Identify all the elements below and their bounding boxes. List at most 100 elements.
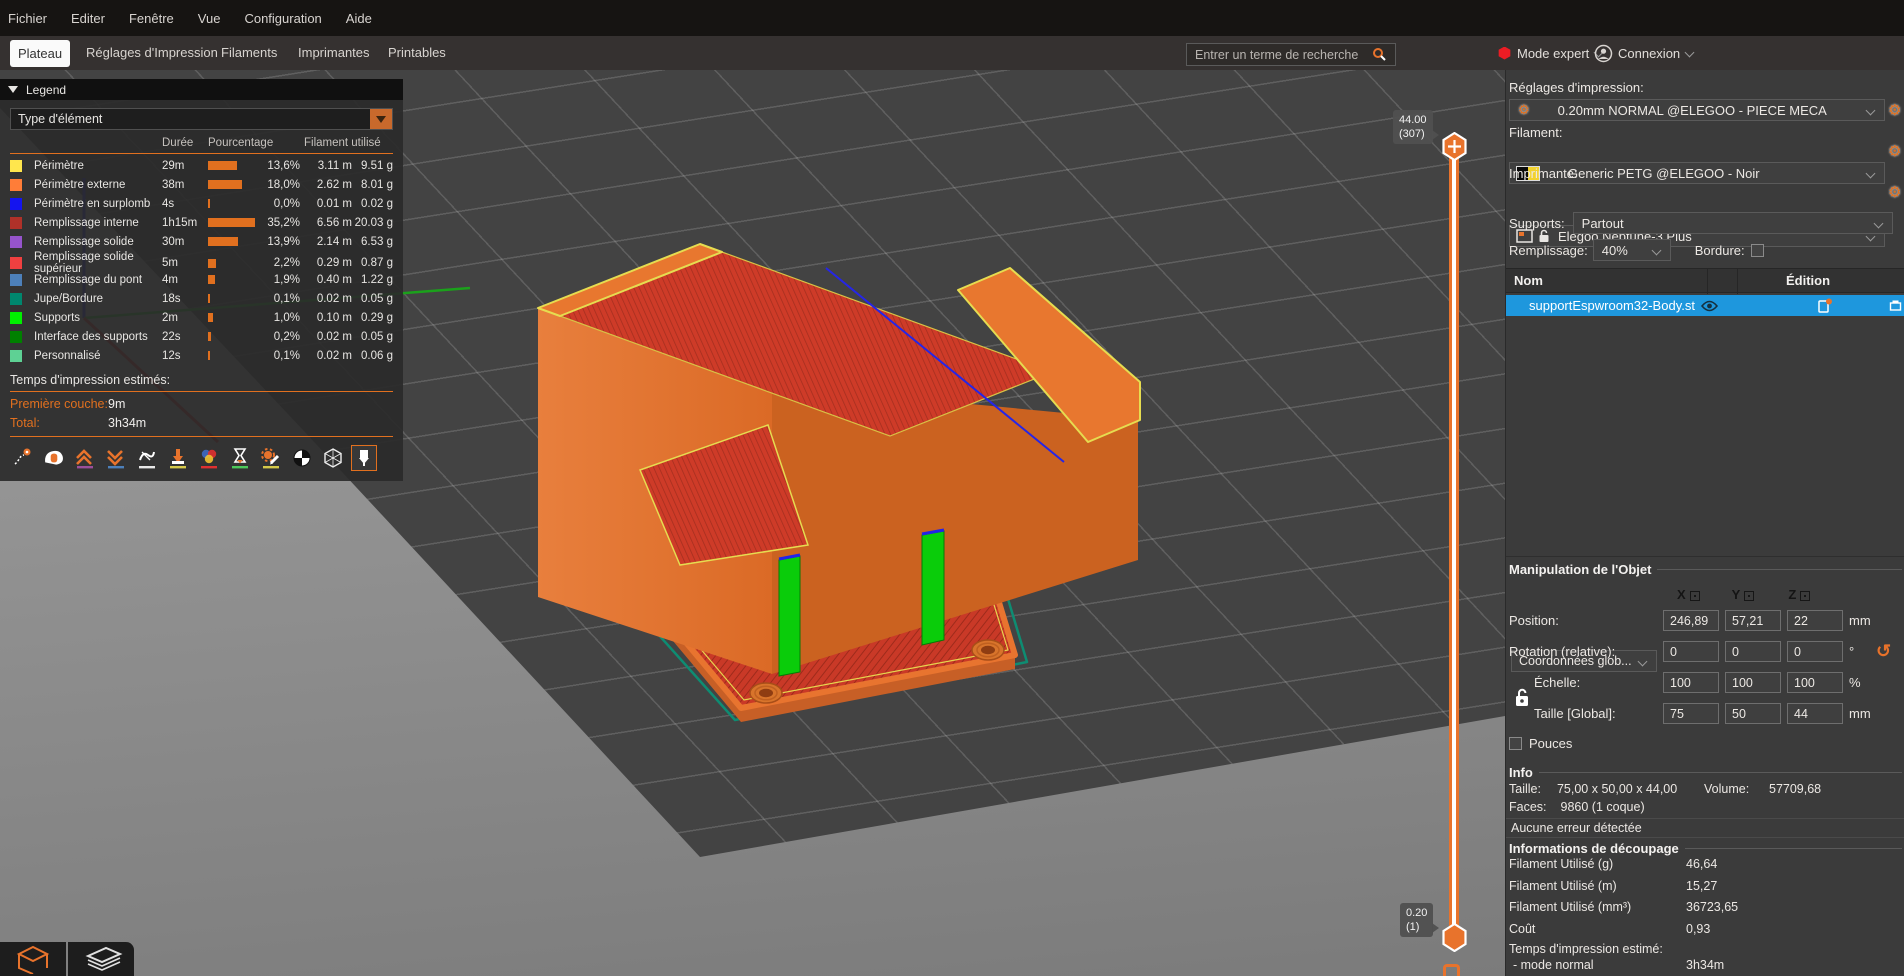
supports-dropdown[interactable]: Partout — [1573, 212, 1893, 234]
menu-configuration[interactable]: Configuration — [244, 11, 321, 26]
layer-slider-bottom-handle[interactable] — [1441, 923, 1468, 952]
tab-plateau[interactable]: Plateau — [10, 40, 70, 67]
element-weight: 0.05 g — [352, 331, 393, 343]
tab-filaments[interactable]: Filaments — [221, 45, 277, 60]
layer-slider-top-handle[interactable] — [1441, 132, 1468, 161]
element-color-swatch — [10, 257, 22, 269]
travels-icon[interactable] — [10, 445, 36, 471]
deretractions-icon[interactable] — [103, 445, 129, 471]
shells-icon[interactable] — [289, 445, 315, 471]
menu-aide[interactable]: Aide — [346, 11, 372, 26]
wipe-icon[interactable] — [41, 445, 67, 471]
view-type-dropdown[interactable]: Type d'élément — [10, 108, 393, 130]
retractions-icon[interactable] — [72, 445, 98, 471]
axis-z-icon[interactable] — [1800, 591, 1810, 601]
axis-x-icon[interactable] — [1690, 591, 1700, 601]
position-x-field[interactable]: 246,89 — [1663, 610, 1719, 631]
position-y-field[interactable]: 57,21 — [1725, 610, 1781, 631]
tool-changes-icon[interactable] — [165, 445, 191, 471]
menu-editer[interactable]: Editer — [71, 11, 105, 26]
menu-fichier[interactable]: Fichier — [8, 11, 47, 26]
rotation-y-field[interactable]: 0 — [1725, 641, 1781, 662]
element-color-swatch — [10, 217, 22, 229]
legend-panel: Legend Type d'élément Durée Pourcentage … — [0, 79, 403, 481]
rotation-z-field[interactable]: 0 — [1787, 641, 1843, 662]
edit-gcode-icon[interactable] — [1817, 297, 1833, 314]
element-label: Remplissage solide — [34, 236, 162, 248]
printer-gear-button[interactable]: ⚙ — [1888, 183, 1901, 201]
element-pct: 2,2% — [274, 257, 300, 269]
col-pourcentage: Pourcentage — [208, 137, 304, 149]
slicing-label: Coût — [1509, 922, 1535, 936]
element-duration: 4s — [162, 198, 208, 210]
uniform-scale-lock-icon[interactable] — [1514, 688, 1530, 708]
seams-icon[interactable] — [134, 445, 160, 471]
mode-expert-selector[interactable]: Mode expert — [1498, 36, 1602, 70]
tab-imprimantes[interactable]: Imprimantes — [298, 45, 370, 60]
percentage-bar — [208, 237, 238, 246]
size-y-field[interactable]: 50 — [1725, 703, 1781, 724]
legend-row: Personnalisé12s0,1%0.02 m0.06 g — [10, 346, 393, 365]
percentage-bar — [208, 218, 255, 227]
element-duration: 4m — [162, 274, 208, 286]
percentage-bar — [208, 259, 216, 268]
axis-y-label: Y — [1732, 587, 1741, 602]
rotation-x-field[interactable]: 0 — [1663, 641, 1719, 662]
name-header: Nom — [1514, 273, 1543, 288]
search-icon[interactable] — [1372, 47, 1386, 66]
dropdown-arrow-button[interactable] — [370, 109, 392, 129]
3d-viewport[interactable]: Legend Type d'élément Durée Pourcentage … — [0, 70, 1505, 976]
brim-checkbox[interactable] — [1751, 244, 1764, 257]
estimated-time-row: - mode normal 3h34m — [1506, 958, 1904, 972]
divider — [1506, 556, 1904, 557]
percentage-bar — [208, 180, 242, 189]
print-settings-dropdown[interactable]: ⚙ 0.20mm NORMAL @ELEGOO - PIECE MECA — [1509, 99, 1885, 121]
search-input[interactable] — [1186, 43, 1396, 66]
size-z-field[interactable]: 44 — [1787, 703, 1843, 724]
printer-label: Imprimante: — [1509, 166, 1904, 181]
filament-gear-button[interactable]: ⚙ — [1888, 142, 1901, 160]
infill-dropdown[interactable]: 40% — [1593, 239, 1671, 261]
element-label: Périmètre externe — [34, 179, 162, 191]
position-z-field[interactable]: 22 — [1787, 610, 1843, 631]
percentage-bar — [208, 332, 211, 341]
tool-marker-icon[interactable] — [320, 445, 346, 471]
scale-z-field[interactable]: 100 — [1787, 672, 1843, 693]
size-x-field[interactable]: 75 — [1663, 703, 1719, 724]
menu-vue[interactable]: Vue — [198, 11, 221, 26]
inches-checkbox[interactable] — [1509, 737, 1522, 750]
axis-y-icon[interactable] — [1744, 591, 1754, 601]
object-name: supportEspwroom32-Body.st — [1529, 298, 1695, 313]
custom-gcode-icon[interactable] — [258, 445, 284, 471]
print-settings-icon: ⚙ — [1518, 102, 1530, 118]
slider-top-tooltip: 44.00(307) — [1393, 110, 1433, 144]
size-row: Taille [Global]: 75 50 44 mm — [1506, 706, 1904, 721]
divider — [10, 436, 393, 437]
3d-editor-view-button[interactable] — [0, 942, 66, 976]
infill-value: 40% — [1602, 243, 1628, 258]
tab-printables[interactable]: Printables — [388, 45, 446, 60]
time-mode-value: 3h34m — [1686, 958, 1724, 972]
pause-prints-icon[interactable] — [227, 445, 253, 471]
legend-row: Périmètre29m13,6%3.11 m9.51 g — [10, 156, 393, 175]
reset-rotation-icon[interactable]: ↺ — [1876, 641, 1891, 662]
right-sidebar: Réglages d'impression: ⚙ 0.20mm NORMAL @… — [1505, 70, 1904, 976]
printable-toggle-icon[interactable] — [1889, 299, 1902, 312]
legend-toggle-icon[interactable] — [351, 445, 377, 471]
scale-x-field[interactable]: 100 — [1663, 672, 1719, 693]
color-changes-icon[interactable] — [196, 445, 222, 471]
menu-fenetre[interactable]: Fenêtre — [129, 11, 174, 26]
scale-y-field[interactable]: 100 — [1725, 672, 1781, 693]
element-pct: 1,0% — [274, 312, 300, 324]
object-row[interactable]: supportEspwroom32-Body.st — [1506, 295, 1904, 316]
preview-view-button[interactable] — [68, 942, 134, 976]
slicing-value: 0,93 — [1686, 922, 1710, 936]
eye-icon[interactable] — [1701, 300, 1718, 312]
print-settings-gear-button[interactable]: ⚙ — [1888, 101, 1901, 119]
tab-reglages-impression[interactable]: Réglages d'Impression — [86, 45, 218, 60]
layer-slider-track[interactable] — [1449, 146, 1459, 937]
expert-mode-icon — [1498, 47, 1511, 60]
legend-header[interactable]: Legend — [0, 79, 403, 100]
connexion-menu[interactable]: Connexion — [1594, 36, 1693, 70]
estimated-time-title-row: Temps d'impression estimé: — [1506, 942, 1904, 956]
